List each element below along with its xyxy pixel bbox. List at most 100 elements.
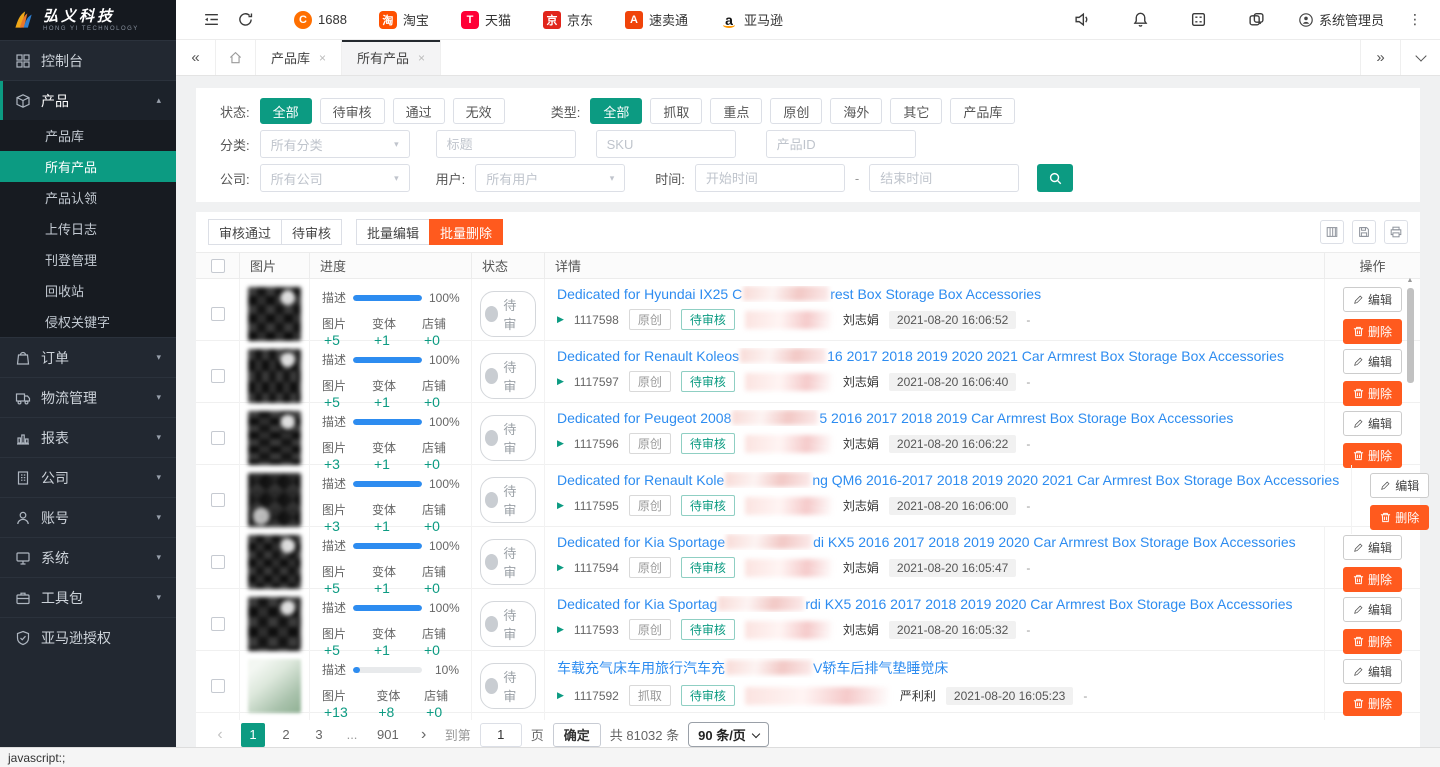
- announcement-icon[interactable]: [1066, 11, 1100, 28]
- product-image[interactable]: [248, 473, 301, 527]
- edit-button[interactable]: 编辑: [1343, 535, 1402, 560]
- play-icon[interactable]: ▶: [557, 562, 564, 573]
- set-pending-button[interactable]: 待审核: [281, 219, 342, 245]
- tabs-menu-icon[interactable]: [1400, 40, 1440, 75]
- category-select[interactable]: 所有分类▾: [260, 130, 410, 158]
- sidebar-item-products[interactable]: 产品 ▴: [0, 80, 176, 120]
- tab-product-library[interactable]: 产品库 ×: [256, 40, 342, 75]
- sidebar-item-logistics[interactable]: 物流管理 ▾: [0, 377, 176, 417]
- sidebar-item-upload-log[interactable]: 上传日志: [0, 213, 176, 244]
- sidebar-item-company[interactable]: 公司 ▾: [0, 457, 176, 497]
- page-button[interactable]: 2: [274, 723, 298, 747]
- product-title-link[interactable]: Dedicated for Kia Sportagrdi KX5 2016 20…: [557, 596, 1312, 612]
- marketplace-taobao[interactable]: 淘 淘宝: [379, 10, 429, 29]
- user-select[interactable]: 所有用户▾: [475, 164, 625, 192]
- product-image[interactable]: [248, 535, 301, 589]
- sidebar-item-product-library[interactable]: 产品库: [0, 120, 176, 151]
- sidebar-item-toolkit[interactable]: 工具包 ▾: [0, 577, 176, 617]
- type-overseas-button[interactable]: 海外: [830, 98, 882, 124]
- product-title-link[interactable]: Dedicated for Renault Koleng QM6 2016-20…: [557, 472, 1339, 488]
- status-invalid-button[interactable]: 无效: [453, 98, 505, 124]
- page-button[interactable]: 901: [373, 723, 403, 747]
- scroll-up-icon[interactable]: ▲: [1405, 276, 1415, 286]
- product-image[interactable]: [248, 597, 301, 651]
- batch-edit-button[interactable]: 批量编辑: [356, 219, 430, 245]
- status-pending-button[interactable]: 待审核: [320, 98, 385, 124]
- close-icon[interactable]: ×: [418, 51, 425, 65]
- type-key-button[interactable]: 重点: [710, 98, 762, 124]
- type-original-button[interactable]: 原创: [770, 98, 822, 124]
- apps-grid-icon[interactable]: [1182, 11, 1216, 28]
- end-time-input[interactable]: [869, 164, 1019, 192]
- row-checkbox[interactable]: [211, 369, 225, 383]
- status-approved-button[interactable]: 通过: [393, 98, 445, 124]
- play-icon[interactable]: ▶: [557, 500, 564, 511]
- marketplace-tmall[interactable]: T 天猫: [461, 10, 511, 29]
- more-menu-icon[interactable]: ⋮: [1408, 11, 1422, 28]
- row-checkbox[interactable]: [211, 493, 225, 507]
- search-button[interactable]: [1037, 164, 1073, 192]
- approve-button[interactable]: 审核通过: [208, 219, 282, 245]
- product-title-link[interactable]: 车载充气床车用旅行汽车充V轿车后排气垫睡觉床: [557, 658, 1312, 678]
- sidebar-item-listing-management[interactable]: 刊登管理: [0, 244, 176, 275]
- edit-button[interactable]: 编辑: [1343, 659, 1402, 684]
- product-title-link[interactable]: Dedicated for Hyundai IX25 Crest Box Sto…: [557, 286, 1312, 302]
- status-all-button[interactable]: 全部: [260, 98, 312, 124]
- title-input[interactable]: [436, 130, 576, 158]
- home-tab-icon[interactable]: [216, 40, 256, 75]
- per-page-select[interactable]: 90 条/页: [688, 722, 769, 747]
- type-all-button[interactable]: 全部: [590, 98, 642, 124]
- play-icon[interactable]: ▶: [557, 438, 564, 449]
- sidebar-item-orders[interactable]: 订单 ▾: [0, 337, 176, 377]
- row-checkbox[interactable]: [211, 431, 225, 445]
- tab-all-products[interactable]: 所有产品 ×: [342, 40, 441, 75]
- user-menu[interactable]: 系统管理员: [1298, 10, 1384, 29]
- close-icon[interactable]: ×: [319, 51, 326, 65]
- page-button[interactable]: 1: [241, 723, 265, 747]
- sidebar-item-recycle-bin[interactable]: 回收站: [0, 275, 176, 306]
- product-image[interactable]: [248, 349, 301, 403]
- start-time-input[interactable]: [695, 164, 845, 192]
- sidebar-item-all-products[interactable]: 所有产品: [0, 151, 176, 182]
- product-image[interactable]: [248, 287, 301, 341]
- marketplace-aliexpress[interactable]: A 速卖通: [625, 10, 688, 29]
- next-page-icon[interactable]: ›: [412, 723, 436, 747]
- columns-settings-icon[interactable]: [1320, 220, 1344, 244]
- tabs-scroll-left-icon[interactable]: «: [176, 40, 216, 75]
- type-crawl-button[interactable]: 抓取: [650, 98, 702, 124]
- type-other-button[interactable]: 其它: [890, 98, 942, 124]
- goto-page-input[interactable]: [480, 723, 522, 747]
- type-library-button[interactable]: 产品库: [950, 98, 1015, 124]
- product-title-link[interactable]: Dedicated for Peugeot 20085 2016 2017 20…: [557, 410, 1312, 426]
- batch-delete-button[interactable]: 批量删除: [429, 219, 503, 245]
- edit-button[interactable]: 编辑: [1343, 349, 1402, 374]
- product-image[interactable]: [248, 659, 301, 713]
- delete-button[interactable]: 删除: [1343, 691, 1402, 716]
- scrollbar-thumb[interactable]: [1407, 288, 1414, 383]
- product-title-link[interactable]: Dedicated for Kia Sportagedi KX5 2016 20…: [557, 534, 1312, 550]
- product-image[interactable]: [248, 411, 301, 465]
- tabs-scroll-right-icon[interactable]: »: [1360, 40, 1400, 75]
- row-checkbox[interactable]: [211, 617, 225, 631]
- play-icon[interactable]: ▶: [557, 690, 564, 701]
- sidebar-item-amazon-auth[interactable]: 亚马逊授权: [0, 617, 176, 657]
- refresh-icon[interactable]: [228, 11, 262, 28]
- sidebar-item-infringement-keywords[interactable]: 侵权关键字: [0, 306, 176, 337]
- marketplace-amazon[interactable]: a 亚马逊: [720, 10, 783, 29]
- sidebar-item-system[interactable]: 系统 ▾: [0, 537, 176, 577]
- row-checkbox[interactable]: [211, 555, 225, 569]
- edit-button[interactable]: 编辑: [1370, 473, 1429, 498]
- product-id-input[interactable]: [766, 130, 916, 158]
- page-button[interactable]: 3: [307, 723, 331, 747]
- row-checkbox[interactable]: [211, 307, 225, 321]
- marketplace-jd[interactable]: 京 京东: [543, 10, 593, 29]
- sidebar-item-dashboard[interactable]: 控制台: [0, 40, 176, 80]
- select-all-checkbox[interactable]: [211, 259, 225, 273]
- play-icon[interactable]: ▶: [557, 314, 564, 325]
- workspace-switch-icon[interactable]: [1240, 11, 1274, 28]
- play-icon[interactable]: ▶: [557, 624, 564, 635]
- prev-page-icon[interactable]: ‹: [208, 723, 232, 747]
- notification-bell-icon[interactable]: [1124, 11, 1158, 28]
- product-title-link[interactable]: Dedicated for Renault Koleos16 2017 2018…: [557, 348, 1312, 364]
- sku-input[interactable]: [596, 130, 736, 158]
